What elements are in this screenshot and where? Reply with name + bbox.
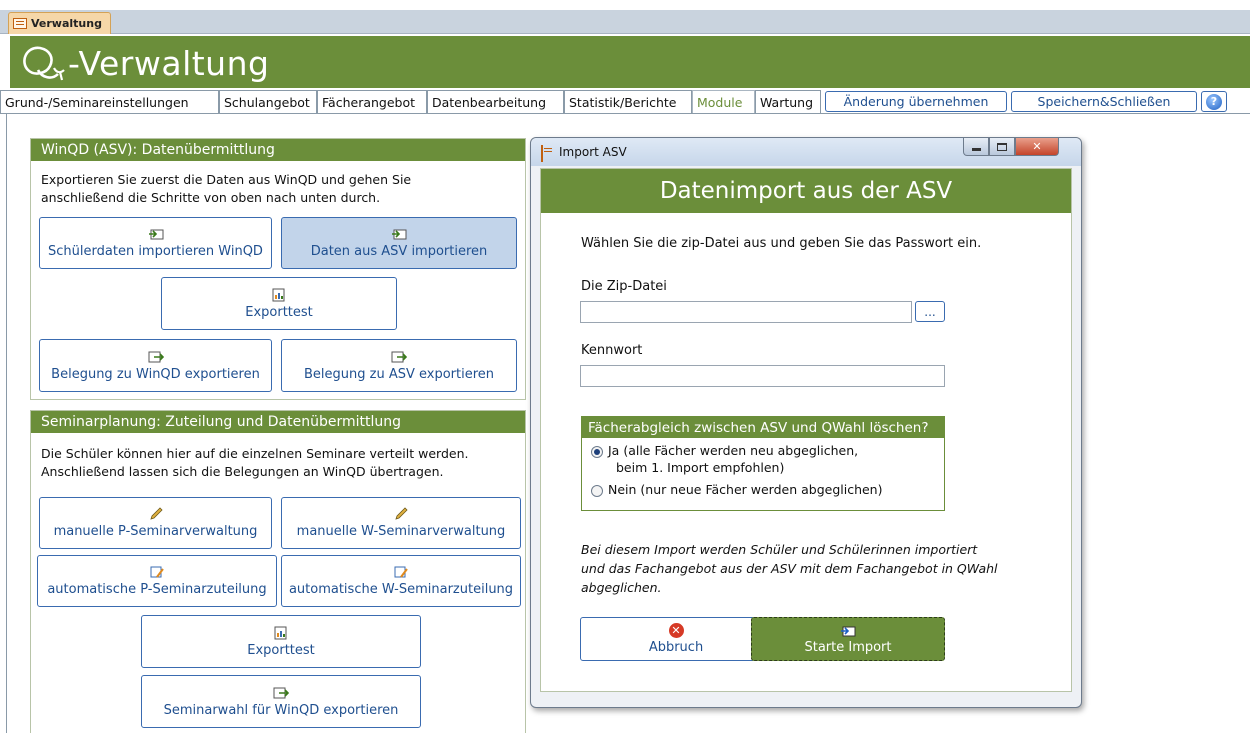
tab-schulangebot[interactable]: Schulangebot (219, 90, 317, 114)
minimize-button[interactable] (963, 138, 989, 156)
export-asv-label: Belegung zu ASV exportieren (303, 366, 495, 382)
close-icon: ✕ (1032, 140, 1042, 153)
start-import-label: Starte Import (804, 639, 892, 655)
import-note-line2: und das Fachangebot aus der ASV mit dem … (581, 561, 998, 576)
close-button[interactable]: ✕ (1015, 138, 1059, 156)
import-asv-button[interactable]: Daten aus ASV importieren (281, 217, 517, 269)
export-icon (391, 351, 407, 362)
exporttest-button[interactable]: Exporttest (161, 277, 397, 330)
import-winqd-label: Schülerdaten importieren WinQD (48, 244, 263, 259)
start-import-button[interactable]: Starte Import (751, 617, 945, 661)
export-seminarwahl-button[interactable]: Seminarwahl für WinQD exportieren (141, 675, 421, 728)
import-winqd-button[interactable]: Schülerdaten importieren WinQD (39, 217, 272, 269)
dialog-title: Import ASV (559, 145, 627, 159)
manual-w-seminar-button[interactable]: manuelle W-Seminarverwaltung (281, 497, 521, 549)
winqd-panel-title: WinQD (ASV): Datenübermittlung (31, 139, 525, 161)
report-icon (272, 288, 285, 301)
seminar-panel-text-line2: Anschließend lassen sich die Belegungen … (41, 464, 444, 479)
minimize-icon (971, 148, 981, 151)
winqd-panel: WinQD (ASV): Datenübermittlung Exportier… (30, 138, 526, 400)
export-winqd-label: Belegung zu WinQD exportieren (51, 366, 260, 382)
content-left-border (6, 113, 7, 733)
help-icon: ? (1206, 93, 1222, 110)
wizard-icon (150, 566, 164, 578)
password-field[interactable] (580, 365, 945, 387)
import-note-line3: abgeglichen. (581, 580, 662, 595)
seminar-panel: Seminarplanung: Zuteilung und Datenüberm… (30, 410, 526, 733)
tab-statistik-berichte[interactable]: Statistik/Berichte (564, 90, 692, 114)
auto-p-seminar-label: automatische P-Seminarzuteilung (47, 582, 267, 597)
dialog-body: Datenimport aus der ASV Wählen Sie die z… (540, 168, 1072, 692)
dialog-instruction: Wählen Sie die zip-Datei aus und geben S… (581, 236, 982, 251)
browse-button[interactable]: ... (915, 301, 945, 322)
help-button[interactable]: ? (1201, 91, 1227, 112)
form-icon (13, 18, 27, 29)
auto-w-seminar-label: automatische W-Seminarzuteilung (288, 582, 514, 597)
menu-bar: Grund-/Seminareinstellungen Schulangebot… (0, 88, 1250, 114)
document-tab-label: Verwaltung (31, 17, 102, 30)
winqd-panel-text-line2: anschließend die Schritte von oben nach … (41, 190, 381, 205)
cancel-icon: ✕ (668, 623, 684, 638)
option-no-label: Nein (nur neue Fächer werden abgeglichen… (608, 482, 883, 497)
auto-w-seminar-button[interactable]: automatische W-Seminarzuteilung (281, 555, 521, 607)
tab-module[interactable]: Module (692, 90, 755, 114)
manual-p-seminar-button[interactable]: manuelle P-Seminarverwaltung (39, 497, 272, 549)
password-label: Kennwort (581, 343, 643, 358)
seminar-exporttest-label: Exporttest (247, 642, 315, 658)
import-icon (148, 229, 163, 240)
form-icon (541, 145, 543, 162)
tab-faecherangebot[interactable]: Fächerangebot (317, 90, 427, 114)
tab-grund-seminareinstellungen[interactable]: Grund-/Seminareinstellungen (0, 90, 219, 114)
manual-p-seminar-label: manuelle P-Seminarverwaltung (53, 524, 258, 539)
export-icon (273, 687, 289, 698)
title-strip (0, 0, 1250, 10)
option-group-title: Fächerabgleich zwischen ASV und QWahl lö… (582, 417, 944, 438)
import-asv-label: Daten aus ASV importieren (310, 244, 488, 259)
option-yes-label-line2: beim 1. Import empfohlen) (616, 460, 785, 475)
pencil-icon (149, 507, 163, 520)
import-icon (841, 626, 856, 636)
export-seminarwahl-label: Seminarwahl für WinQD exportieren (163, 702, 399, 718)
manual-w-seminar-label: manuelle W-Seminarverwaltung (296, 524, 506, 539)
auto-p-seminar-button[interactable]: automatische P-Seminarzuteilung (37, 555, 277, 607)
apply-changes-button[interactable]: Änderung übernehmen (825, 91, 1007, 112)
export-asv-button[interactable]: Belegung zu ASV exportieren (281, 339, 517, 392)
maximize-icon (997, 142, 1007, 151)
export-winqd-button[interactable]: Belegung zu WinQD exportieren (39, 339, 272, 392)
import-note-line1: Bei diesem Import werden Schüler und Sch… (581, 542, 978, 557)
document-tab-verwaltung[interactable]: Verwaltung (8, 12, 111, 34)
option-yes-radio[interactable] (591, 446, 603, 458)
cancel-label: Abbruch (648, 640, 704, 655)
maximize-button[interactable] (989, 138, 1015, 156)
zip-file-label: Die Zip-Datei (581, 279, 667, 294)
save-close-button[interactable]: Speichern&Schließen (1011, 91, 1197, 112)
pencil-icon (395, 507, 408, 520)
dialog-header: Datenimport aus der ASV (541, 169, 1071, 213)
report-icon (274, 626, 287, 639)
import-note: Bei diesem Import werden Schüler und Sch… (581, 540, 1041, 597)
wizard-icon (394, 566, 408, 578)
seminar-panel-text-line1: Die Schüler können hier auf die einzelne… (41, 446, 469, 461)
tab-baseline (0, 113, 1250, 114)
seminar-panel-title: Seminarplanung: Zuteilung und Datenüberm… (31, 411, 525, 433)
option-no-radio[interactable] (591, 485, 603, 497)
seminar-exporttest-button[interactable]: Exporttest (141, 615, 421, 668)
zip-file-field[interactable] (580, 301, 912, 323)
app-title: -Verwaltung (68, 44, 270, 83)
qwahl-logo-icon (23, 46, 65, 81)
export-icon (148, 351, 164, 362)
document-tab-strip (0, 10, 1250, 34)
exporttest-label: Exporttest (245, 304, 313, 320)
option-group-faecherabgleich: Fächerabgleich zwischen ASV und QWahl lö… (581, 416, 945, 511)
tab-datenbearbeitung[interactable]: Datenbearbeitung (427, 90, 564, 114)
tab-wartung[interactable]: Wartung (755, 90, 821, 114)
option-yes-label-line1: Ja (alle Fächer werden neu abgeglichen, (608, 443, 859, 458)
cancel-button[interactable]: ✕ Abbruch (580, 617, 772, 661)
import-asv-dialog: Import ASV ✕ Datenimport aus der ASV Wäh… (530, 137, 1082, 708)
import-icon (392, 229, 407, 240)
winqd-panel-text-line1: Exportieren Sie zuerst die Daten aus Win… (41, 172, 412, 187)
